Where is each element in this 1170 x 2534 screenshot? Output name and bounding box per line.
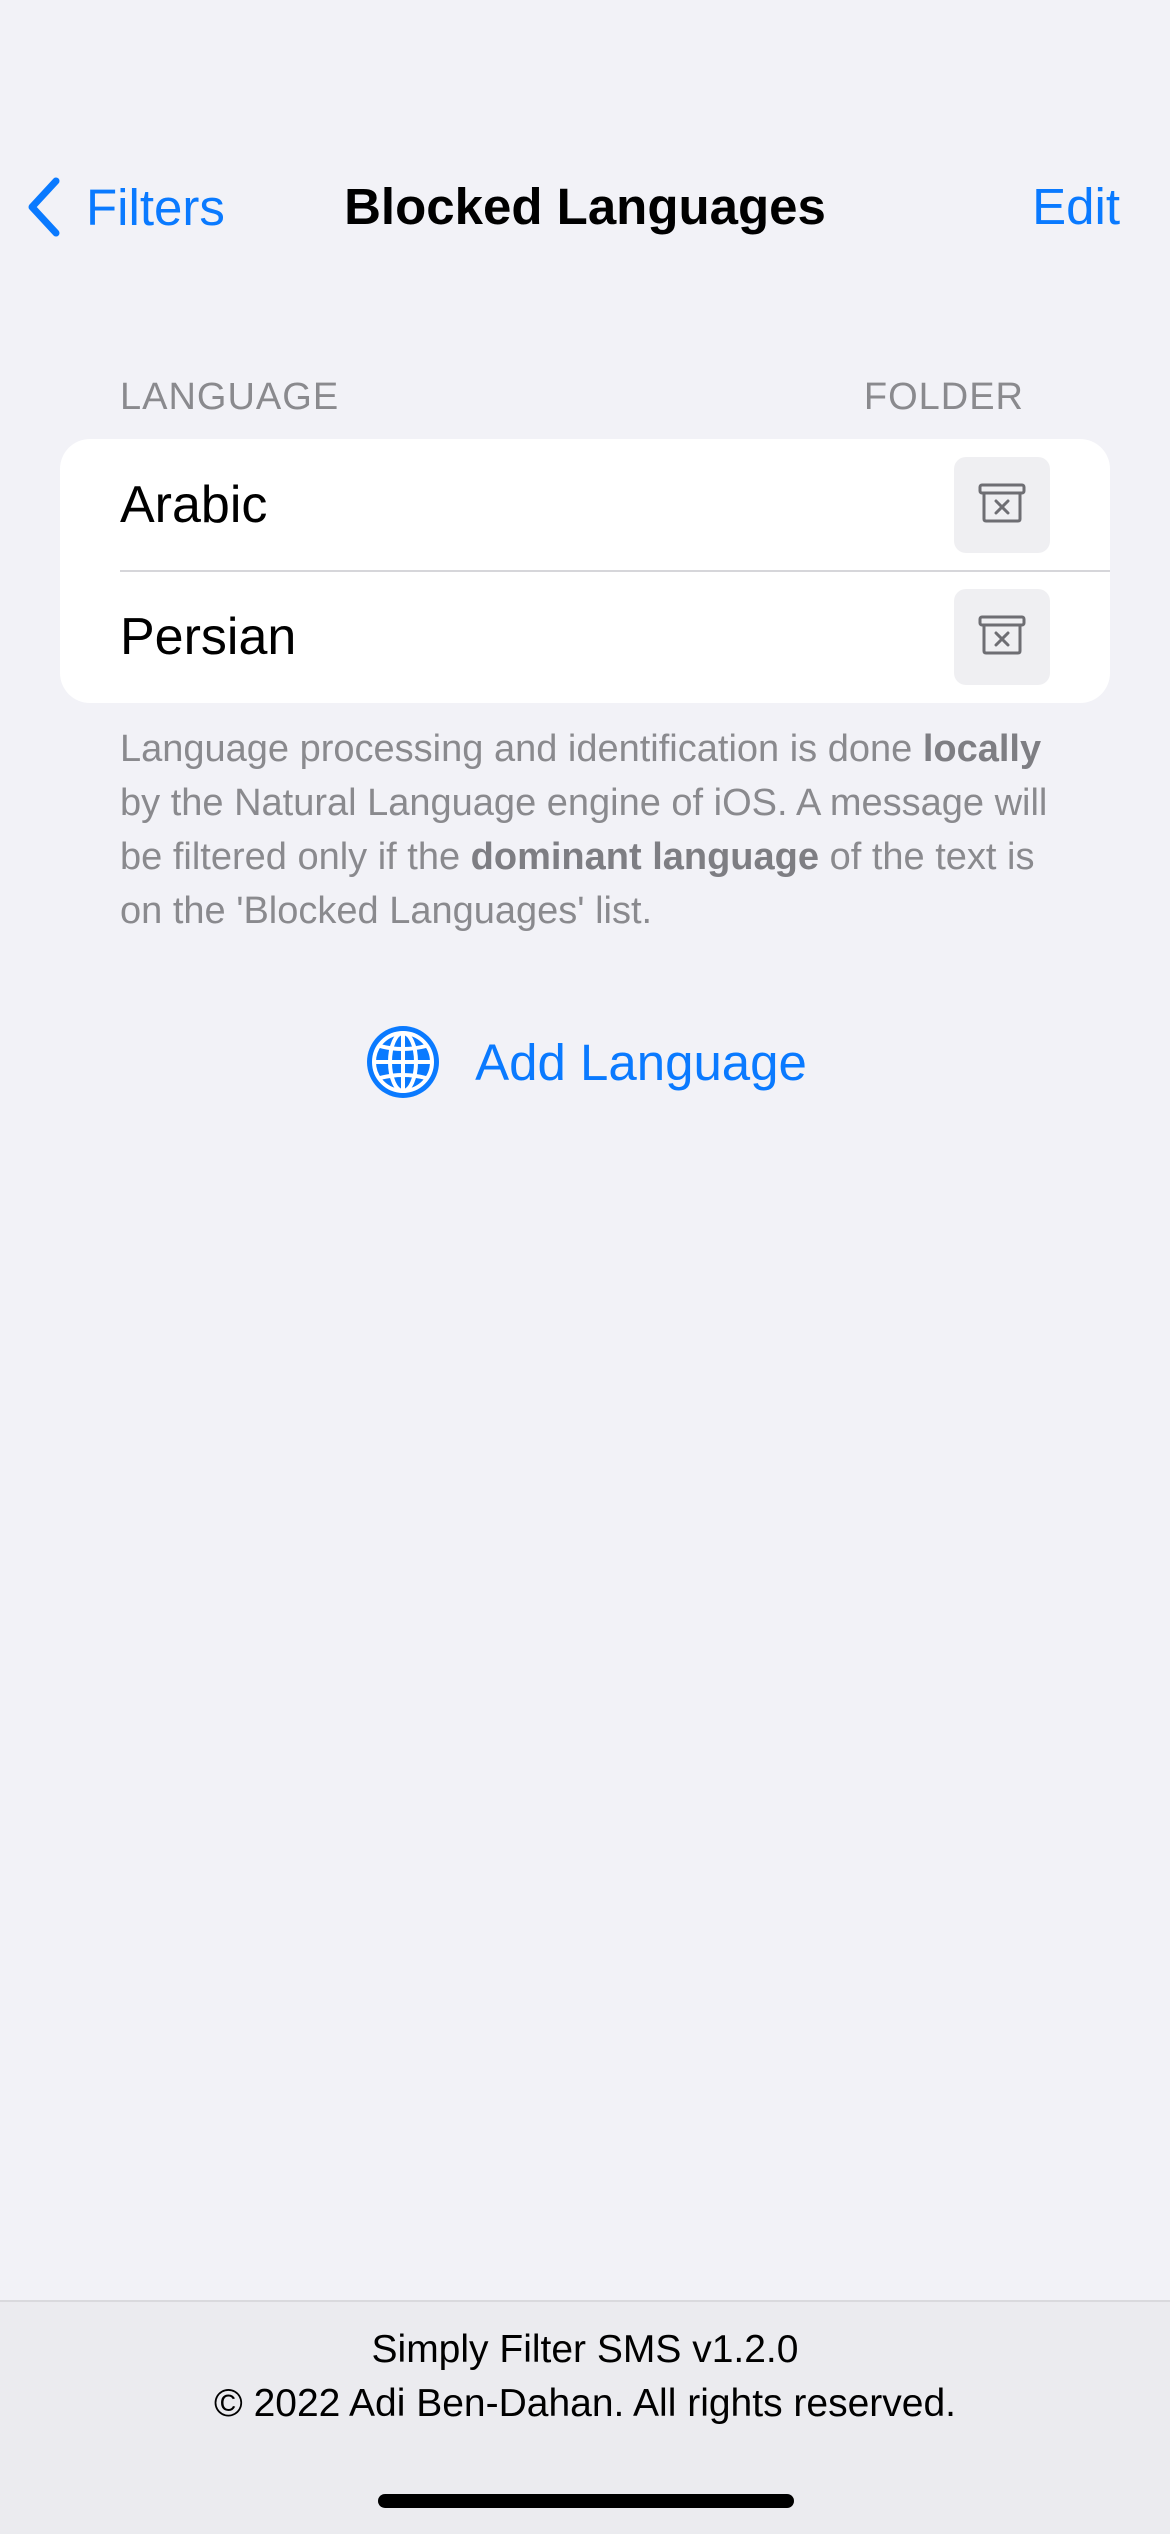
section-header: LANGUAGE FOLDER <box>120 372 1024 422</box>
section-footnote: Language processing and identification i… <box>120 722 1070 938</box>
add-language-label: Add Language <box>475 1033 807 1091</box>
footnote-bold-dominant-language: dominant language <box>470 836 820 878</box>
junk-tray-icon <box>977 614 1027 661</box>
copyright: © 2022 Adi Ben-Dahan. All rights reserve… <box>214 2382 956 2425</box>
junk-tray-icon <box>977 482 1027 529</box>
footnote-text: Language processing and identification i… <box>120 728 923 770</box>
footer: Simply Filter SMS v1.2.0 © 2022 Adi Ben-… <box>0 2300 1170 2534</box>
folder-button[interactable] <box>954 457 1050 553</box>
add-language-button[interactable]: Add Language <box>0 1020 1170 1104</box>
language-name: Persian <box>120 608 297 666</box>
folder-column-header: FOLDER <box>863 375 1024 418</box>
folder-button[interactable] <box>954 589 1050 685</box>
home-indicator[interactable] <box>378 2494 794 2508</box>
list-item[interactable]: Persian <box>60 571 1110 703</box>
language-column-header: LANGUAGE <box>120 375 340 418</box>
edit-button[interactable]: Edit <box>1032 172 1120 242</box>
page-title: Blocked Languages <box>344 178 826 235</box>
globe-icon <box>363 1022 443 1102</box>
language-name: Arabic <box>120 476 268 534</box>
app-version: Simply Filter SMS v1.2.0 <box>371 2328 799 2371</box>
blocked-languages-list: Arabic Persian <box>60 439 1110 703</box>
list-item[interactable]: Arabic <box>60 439 1110 572</box>
footnote-bold-locally: locally <box>922 728 1042 770</box>
navigation-bar: Filters Blocked Languages Edit <box>0 150 1170 265</box>
